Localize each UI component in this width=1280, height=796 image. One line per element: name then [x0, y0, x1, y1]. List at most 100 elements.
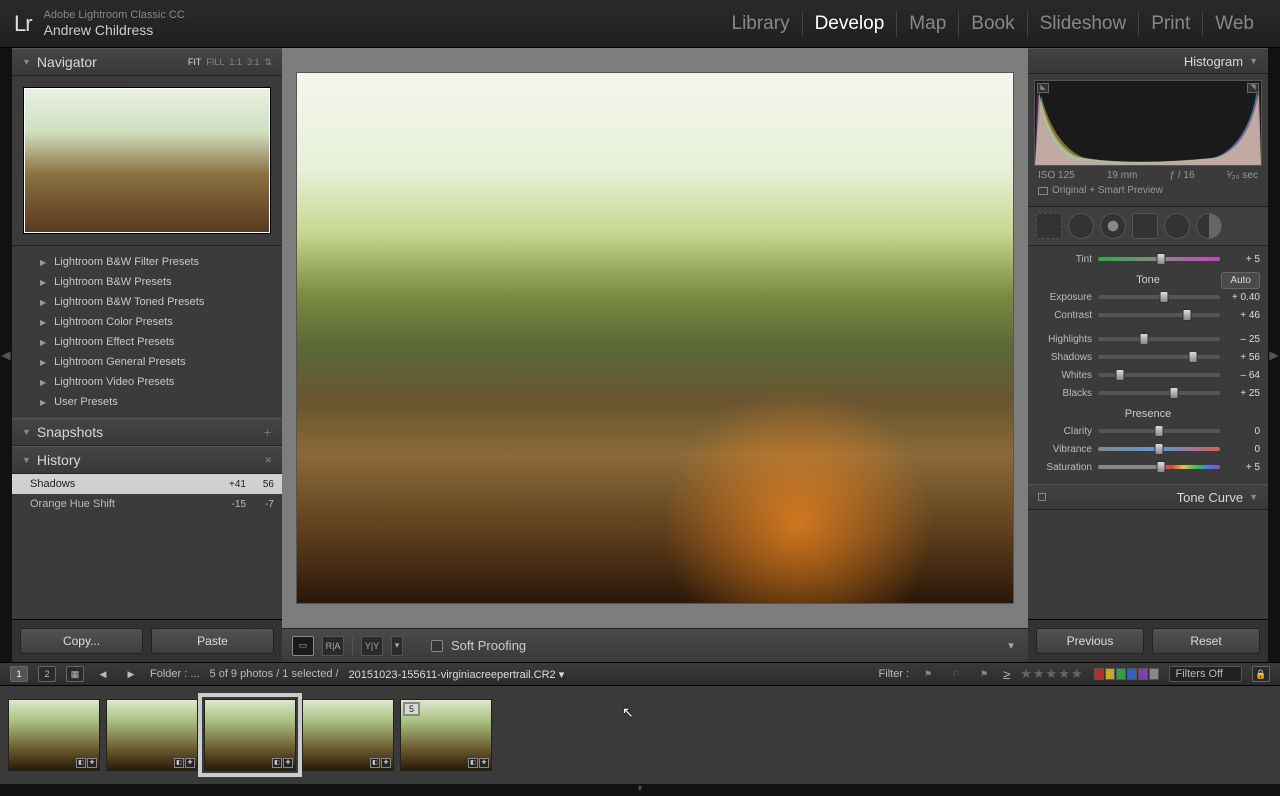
rating-gte[interactable]: ≥	[1003, 667, 1010, 682]
graduated-tool-icon[interactable]	[1132, 213, 1158, 239]
filmstrip-thumb[interactable]: ◧✚5	[400, 699, 492, 771]
snapshots-header[interactable]: ▼ Snapshots ＋	[12, 418, 282, 446]
color-label[interactable]	[1094, 668, 1104, 680]
spot-tool-icon[interactable]	[1068, 213, 1094, 239]
shadows-slider[interactable]	[1098, 355, 1220, 359]
history-header[interactable]: ▼ History ✕	[12, 446, 282, 474]
module-develop[interactable]: Develop	[803, 11, 898, 37]
preset-folder[interactable]: ▶Lightroom B&W Toned Presets	[12, 292, 282, 312]
module-library[interactable]: Library	[720, 11, 803, 37]
stack-badge[interactable]: 5	[403, 702, 420, 716]
filename-label[interactable]: 20151023-155611-virginiacreepertrail.CR2…	[349, 668, 565, 681]
copy-button[interactable]: Copy...	[20, 628, 143, 654]
clear-history-icon[interactable]: ✕	[264, 455, 272, 466]
radial-tool-icon[interactable]	[1164, 213, 1190, 239]
before-after-menu-icon[interactable]: ▾	[391, 636, 403, 656]
add-snapshot-icon[interactable]: ＋	[263, 426, 272, 439]
preset-folder[interactable]: ▶Lightroom Video Presets	[12, 372, 282, 392]
module-slideshow[interactable]: Slideshow	[1028, 11, 1140, 37]
zoom-fit[interactable]: FIT	[188, 57, 202, 67]
second-window-icon[interactable]: 2	[38, 666, 56, 682]
tone-curve-header[interactable]: Tone Curve ▼	[1028, 484, 1268, 510]
color-label[interactable]	[1105, 668, 1115, 680]
flag-reject-icon[interactable]: ⚑	[975, 666, 993, 682]
filter-preset-select[interactable]: Filters Off	[1169, 666, 1242, 682]
tone-curve-toggle-icon[interactable]	[1038, 493, 1046, 501]
brush-tool-icon[interactable]	[1196, 213, 1222, 239]
previous-button[interactable]: Previous	[1036, 628, 1144, 654]
preset-folder[interactable]: ▶Lightroom B&W Presets	[12, 272, 282, 292]
module-book[interactable]: Book	[959, 11, 1027, 37]
exposure-slider[interactable]	[1098, 295, 1220, 299]
history-list: Shadows +41 56 Orange Hue Shift -15 -7	[12, 474, 282, 514]
filmstrip-thumb[interactable]: ◧✚	[106, 699, 198, 771]
loupe-view-icon[interactable]: ▭	[292, 636, 314, 656]
filter-lock-icon[interactable]: 🔒	[1252, 666, 1270, 682]
color-label[interactable]	[1138, 668, 1148, 680]
navigator-preview[interactable]	[12, 76, 282, 246]
filmstrip-thumb[interactable]: ◧✚	[302, 699, 394, 771]
navigator-thumbnail[interactable]	[24, 88, 270, 233]
histogram-header[interactable]: Histogram ▼	[1028, 48, 1268, 74]
shadow-clip-icon[interactable]: ◣	[1037, 83, 1049, 93]
navigator-header[interactable]: ▼ Navigator FIT FILL 1:1 3:1 ⇅	[12, 48, 282, 76]
histogram-graph[interactable]: ◣ ◥	[1034, 80, 1262, 166]
flag-pick-icon[interactable]: ⚑	[919, 666, 937, 682]
count-label: 5 of 9 photos / 1 selected /	[210, 668, 339, 680]
preset-folder[interactable]: ▶Lightroom Effect Presets	[12, 332, 282, 352]
tint-slider[interactable]	[1098, 257, 1220, 261]
preset-list: ▶Lightroom B&W Filter Presets ▶Lightroom…	[12, 246, 282, 418]
vibrance-slider[interactable]	[1098, 447, 1220, 451]
folder-crumb[interactable]: Folder : ...	[150, 668, 200, 680]
zoom-fill[interactable]: FILL	[206, 57, 224, 67]
module-print[interactable]: Print	[1139, 11, 1203, 37]
tint-value[interactable]: + 5	[1226, 254, 1260, 265]
contrast-slider[interactable]	[1098, 313, 1220, 317]
main-window-icon[interactable]: 1	[10, 666, 28, 682]
history-item[interactable]: Orange Hue Shift -15 -7	[12, 494, 282, 514]
nav-forward-icon[interactable]: ▶	[122, 666, 140, 682]
module-map[interactable]: Map	[897, 11, 959, 37]
soft-proofing-checkbox[interactable]	[431, 640, 443, 652]
module-web[interactable]: Web	[1203, 11, 1266, 37]
color-label[interactable]	[1127, 668, 1137, 680]
zoom-3to1[interactable]: 3:1	[247, 57, 260, 67]
left-edge-toggle[interactable]: ◀	[0, 48, 12, 662]
nav-back-icon[interactable]: ◀	[94, 666, 112, 682]
exif-focal: 19 mm	[1107, 170, 1138, 181]
grid-view-icon[interactable]: ▦	[66, 666, 84, 682]
preset-folder[interactable]: ▶Lightroom General Presets	[12, 352, 282, 372]
color-label[interactable]	[1149, 668, 1159, 680]
reset-button[interactable]: Reset	[1152, 628, 1260, 654]
flag-unflag-icon[interactable]: ⚐	[947, 666, 965, 682]
before-after-lr-icon[interactable]: R|A	[322, 636, 344, 656]
right-edge-toggle[interactable]: ▶	[1268, 48, 1280, 662]
filmstrip-thumb[interactable]: ◧✚	[8, 699, 100, 771]
preset-folder[interactable]: ▶Lightroom B&W Filter Presets	[12, 252, 282, 272]
zoom-stepper-icon[interactable]: ⇅	[264, 57, 272, 68]
redeye-tool-icon[interactable]	[1100, 213, 1126, 239]
rating-stars[interactable]: ★★★★★	[1020, 666, 1083, 682]
bottom-edge-toggle[interactable]: ▼	[0, 784, 1280, 796]
main-image[interactable]	[296, 72, 1014, 604]
zoom-1to1[interactable]: 1:1	[229, 57, 242, 67]
preset-folder[interactable]: ▶User Presets	[12, 392, 282, 412]
snapshots-title: Snapshots	[37, 424, 103, 440]
triangle-right-icon: ▶	[40, 338, 46, 347]
saturation-slider[interactable]	[1098, 465, 1220, 469]
highlights-slider[interactable]	[1098, 337, 1220, 341]
filmstrip-thumb[interactable]: ◧✚	[204, 699, 296, 771]
color-label[interactable]	[1116, 668, 1126, 680]
auto-button[interactable]: Auto	[1221, 272, 1260, 289]
paste-button[interactable]: Paste	[151, 628, 274, 654]
toolbar-menu-icon[interactable]: ▾	[1004, 636, 1018, 656]
highlight-clip-icon[interactable]: ◥	[1247, 83, 1259, 93]
before-after-yy-icon[interactable]: Y|Y	[361, 636, 383, 656]
whites-slider[interactable]	[1098, 373, 1220, 377]
app-title: Adobe Lightroom Classic CC	[44, 9, 185, 22]
clarity-slider[interactable]	[1098, 429, 1220, 433]
blacks-slider[interactable]	[1098, 391, 1220, 395]
history-item[interactable]: Shadows +41 56	[12, 474, 282, 494]
crop-tool-icon[interactable]	[1036, 213, 1062, 239]
preset-folder[interactable]: ▶Lightroom Color Presets	[12, 312, 282, 332]
